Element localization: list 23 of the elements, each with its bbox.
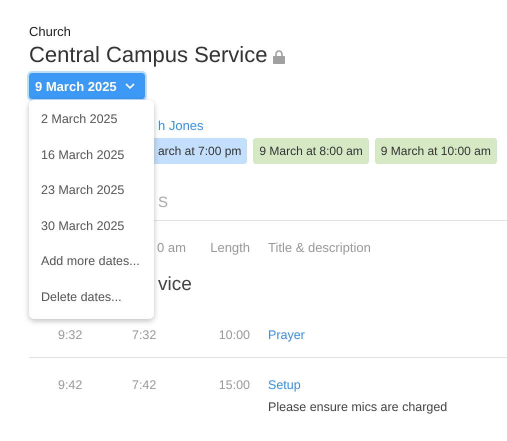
menu-item[interactable]: 23 March 2025 [29, 173, 154, 208]
menu-item[interactable]: Add more dates... [29, 244, 154, 280]
menu-item[interactable]: 16 March 2025 [29, 138, 154, 173]
table-cell-text: 10:00 [218, 328, 250, 342]
table-cell-text: 9:42 [58, 378, 84, 394]
item-description: Please ensure mics are charged [268, 400, 448, 414]
organization-label: Church [29, 24, 72, 40]
section-heading: vice [158, 274, 193, 297]
page-title: Central Campus Service [29, 42, 268, 68]
service-time-tag[interactable]: arch at 7:00 pm [152, 138, 248, 164]
table-cell-text: 15:00 [218, 378, 250, 394]
menu-item[interactable]: 2 March 2025 [29, 102, 154, 138]
table-cell-text: 7:32 [132, 328, 158, 342]
column-header: Length [209, 240, 250, 257]
service-time-tag[interactable]: 9 March at 8:00 am [253, 138, 369, 164]
menu-item[interactable]: Delete dates... [29, 280, 154, 315]
service-time-tag[interactable]: 9 March at 10:00 am [374, 138, 497, 164]
caret-icon [124, 83, 135, 89]
column-header: Title & description [267, 240, 372, 257]
menu-item[interactable]: 30 March 2025 [29, 208, 154, 244]
table-cell-text: 7:42 [132, 378, 158, 394]
column-header: 0 am [156, 240, 187, 257]
table-cell-text: 9:32 [58, 328, 84, 342]
